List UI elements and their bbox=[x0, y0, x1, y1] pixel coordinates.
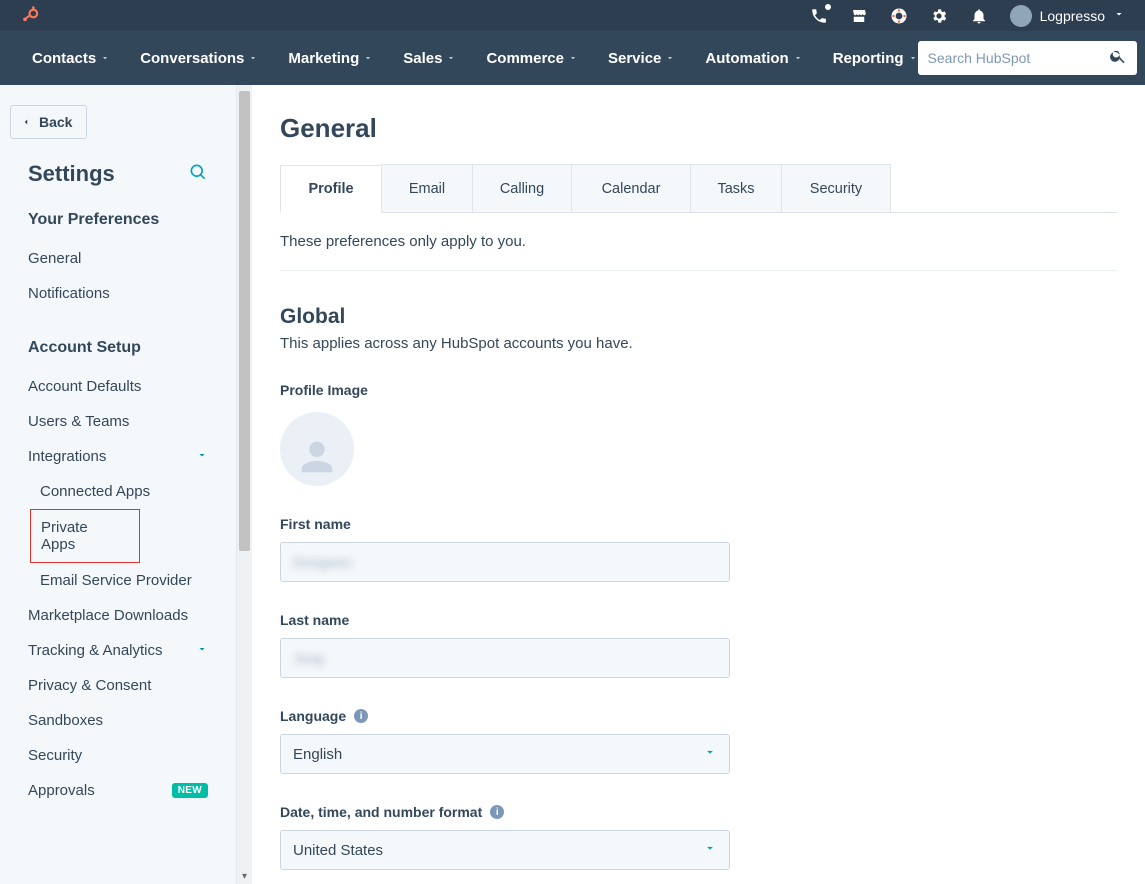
sidebar-item-connected-apps[interactable]: Connected Apps bbox=[0, 474, 236, 509]
tab-calling[interactable]: Calling bbox=[472, 164, 572, 212]
tab-email[interactable]: Email bbox=[381, 164, 473, 212]
chevron-down-icon bbox=[703, 841, 717, 860]
nav-commerce[interactable]: Commerce bbox=[486, 50, 578, 67]
nav-automation[interactable]: Automation bbox=[705, 50, 802, 67]
label-date-format: Date, time, and number format i bbox=[280, 804, 1117, 820]
global-heading: Global bbox=[280, 305, 1117, 329]
avatar-icon bbox=[1010, 5, 1032, 27]
settings-title: Settings bbox=[28, 161, 115, 187]
back-label: Back bbox=[39, 114, 72, 130]
marketplace-icon[interactable] bbox=[850, 7, 868, 25]
first-name-value: Dongwon bbox=[293, 554, 352, 570]
sidebar-item-integrations[interactable]: Integrations bbox=[0, 439, 236, 474]
nav-service[interactable]: Service bbox=[608, 50, 675, 67]
info-icon[interactable]: i bbox=[354, 709, 368, 723]
global-search[interactable] bbox=[918, 41, 1137, 75]
account-name: Logpresso bbox=[1040, 8, 1105, 24]
preferences-hint: These preferences only apply to you. bbox=[280, 233, 1117, 271]
profile-image-upload[interactable] bbox=[280, 412, 354, 486]
tab-calendar[interactable]: Calendar bbox=[571, 164, 691, 212]
sidebar-item-privacy-consent[interactable]: Privacy & Consent bbox=[0, 668, 236, 703]
global-subtext: This applies across any HubSpot accounts… bbox=[280, 335, 1117, 352]
sidebar-item-approvals[interactable]: Approvals NEW bbox=[0, 773, 236, 808]
chevron-down-icon bbox=[363, 50, 373, 67]
sidebar-item-security[interactable]: Security bbox=[0, 738, 236, 773]
sidebar-item-email-service-provider[interactable]: Email Service Provider bbox=[0, 563, 236, 598]
chevron-down-icon bbox=[568, 50, 578, 67]
setup-heading: Account Setup bbox=[0, 339, 236, 369]
sidebar-scrollbar[interactable]: ▾ bbox=[236, 85, 252, 884]
chevron-down-icon bbox=[793, 50, 803, 67]
hubspot-logo-icon[interactable] bbox=[20, 6, 40, 26]
nav-contacts[interactable]: Contacts bbox=[32, 50, 110, 67]
chevron-down-icon bbox=[196, 642, 208, 659]
prefs-heading: Your Preferences bbox=[0, 211, 236, 241]
sidebar-item-private-apps[interactable]: Private Apps bbox=[30, 509, 140, 563]
scroll-down-icon[interactable]: ▾ bbox=[237, 871, 252, 882]
chevron-down-icon bbox=[908, 50, 918, 67]
sidebar-item-users-teams[interactable]: Users & Teams bbox=[0, 404, 236, 439]
top-bar: Logpresso bbox=[0, 0, 1145, 31]
chevron-down-icon bbox=[196, 448, 208, 465]
page-title: General bbox=[280, 113, 1117, 144]
help-icon[interactable] bbox=[890, 7, 908, 25]
chevron-down-icon bbox=[665, 50, 675, 67]
settings-sidebar: Back Settings Your Preferences General N… bbox=[0, 85, 252, 884]
label-profile-image: Profile Image bbox=[280, 382, 1117, 398]
search-input[interactable] bbox=[928, 50, 1109, 66]
nav-sales[interactable]: Sales bbox=[403, 50, 456, 67]
chevron-down-icon bbox=[100, 50, 110, 67]
info-icon[interactable]: i bbox=[490, 805, 504, 819]
phone-icon[interactable] bbox=[810, 7, 828, 25]
label-language: Language i bbox=[280, 708, 1117, 724]
date-format-select[interactable]: United States bbox=[280, 830, 730, 870]
profile-tabs: Profile Email Calling Calendar Tasks Sec… bbox=[280, 164, 1117, 213]
search-icon[interactable] bbox=[1109, 47, 1127, 70]
chevron-down-icon bbox=[248, 50, 258, 67]
sidebar-item-account-defaults[interactable]: Account Defaults bbox=[0, 369, 236, 404]
label-first-name: First name bbox=[280, 516, 1117, 532]
tab-tasks[interactable]: Tasks bbox=[690, 164, 782, 212]
new-badge: NEW bbox=[172, 783, 208, 798]
sidebar-item-sandboxes[interactable]: Sandboxes bbox=[0, 703, 236, 738]
person-icon bbox=[294, 434, 340, 480]
date-format-value: United States bbox=[293, 842, 383, 859]
back-button[interactable]: Back bbox=[10, 105, 87, 139]
sidebar-item-notifications[interactable]: Notifications bbox=[0, 276, 236, 311]
last-name-value: Jung bbox=[293, 650, 323, 666]
chevron-down-icon bbox=[703, 745, 717, 764]
sidebar-item-general[interactable]: General bbox=[0, 241, 236, 276]
language-value: English bbox=[293, 746, 342, 763]
account-menu[interactable]: Logpresso bbox=[1010, 5, 1125, 27]
nav-marketing[interactable]: Marketing bbox=[288, 50, 373, 67]
scrollbar-thumb[interactable] bbox=[239, 91, 250, 551]
gear-icon[interactable] bbox=[930, 7, 948, 25]
main-nav: Contacts Conversations Marketing Sales C… bbox=[0, 31, 1145, 85]
chevron-down-icon bbox=[446, 50, 456, 67]
nav-conversations[interactable]: Conversations bbox=[140, 50, 258, 67]
tab-security[interactable]: Security bbox=[781, 164, 891, 212]
main-content: General Profile Email Calling Calendar T… bbox=[252, 85, 1145, 884]
settings-search-icon[interactable] bbox=[188, 162, 208, 187]
chevron-down-icon bbox=[1113, 7, 1125, 25]
bell-icon[interactable] bbox=[970, 7, 988, 25]
language-select[interactable]: English bbox=[280, 734, 730, 774]
sidebar-item-tracking-analytics[interactable]: Tracking & Analytics bbox=[0, 633, 236, 668]
chevron-left-icon bbox=[21, 114, 31, 130]
tab-profile[interactable]: Profile bbox=[280, 165, 382, 213]
first-name-field[interactable]: Dongwon bbox=[280, 542, 730, 582]
label-last-name: Last name bbox=[280, 612, 1117, 628]
sidebar-item-marketplace-downloads[interactable]: Marketplace Downloads bbox=[0, 598, 236, 633]
last-name-field[interactable]: Jung bbox=[280, 638, 730, 678]
nav-reporting[interactable]: Reporting bbox=[833, 50, 918, 67]
